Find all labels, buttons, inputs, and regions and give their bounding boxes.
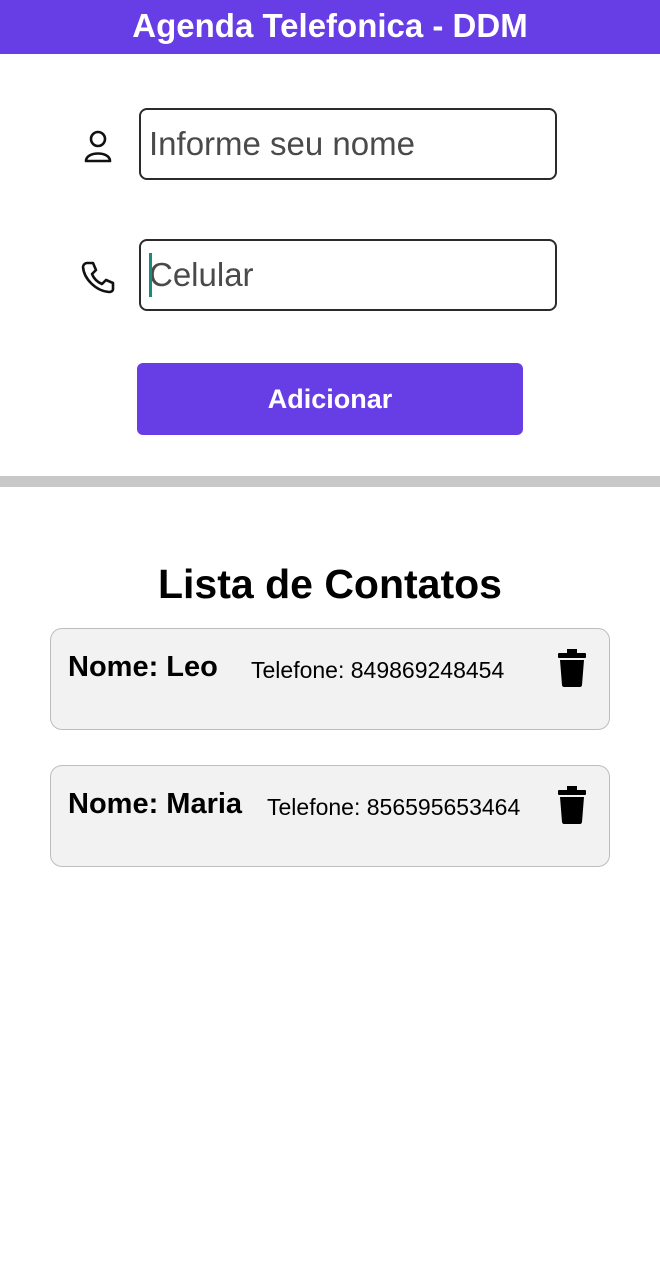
contact-card: Nome: Leo Telefone: 849869248454	[50, 628, 610, 730]
name-input-placeholder: Informe seu nome	[149, 125, 415, 162]
add-button[interactable]: Adicionar	[137, 363, 523, 435]
name-input[interactable]: Informe seu nome	[139, 108, 557, 180]
app-title: Agenda Telefonica - DDM	[132, 6, 528, 44]
phone-icon	[81, 261, 115, 294]
contact-phone: Telefone: 856595653464	[267, 794, 521, 820]
app-header: Agenda Telefonica - DDM	[0, 0, 660, 54]
phone-input[interactable]: Celular	[139, 239, 557, 311]
phone-input-placeholder: Celular	[149, 256, 254, 293]
contact-name: Nome: Maria	[68, 788, 243, 820]
name-field-row: Informe seu nome	[0, 108, 660, 180]
section-divider	[0, 476, 660, 487]
contact-name: Nome: Leo	[68, 651, 218, 683]
trash-icon[interactable]	[558, 649, 586, 687]
trash-icon[interactable]	[558, 786, 586, 824]
person-icon	[84, 130, 112, 163]
text-cursor	[149, 253, 152, 297]
contacts-title: Lista de Contatos	[158, 561, 502, 607]
phone-field-row: Celular	[0, 239, 660, 311]
contact-card: Nome: Maria Telefone: 856595653464	[50, 765, 610, 867]
contact-phone: Telefone: 849869248454	[251, 657, 505, 683]
